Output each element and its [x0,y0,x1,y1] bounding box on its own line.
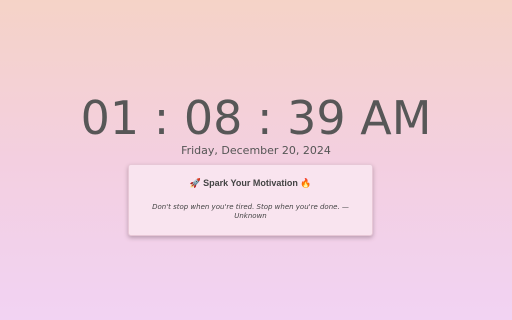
motivation-quote-author: Unknown [234,212,267,220]
date-display: Friday, December 20, 2024 [181,144,331,157]
motivation-quote: Don't stop when you're tired. Stop when … [152,203,349,211]
clock-display: 01 : 08 : 39 AM [80,91,432,145]
motivation-card-title: 🚀 Spark Your Motivation 🔥 [189,178,312,188]
motivation-card: 🚀 Spark Your Motivation 🔥 Don't stop whe… [128,164,373,236]
